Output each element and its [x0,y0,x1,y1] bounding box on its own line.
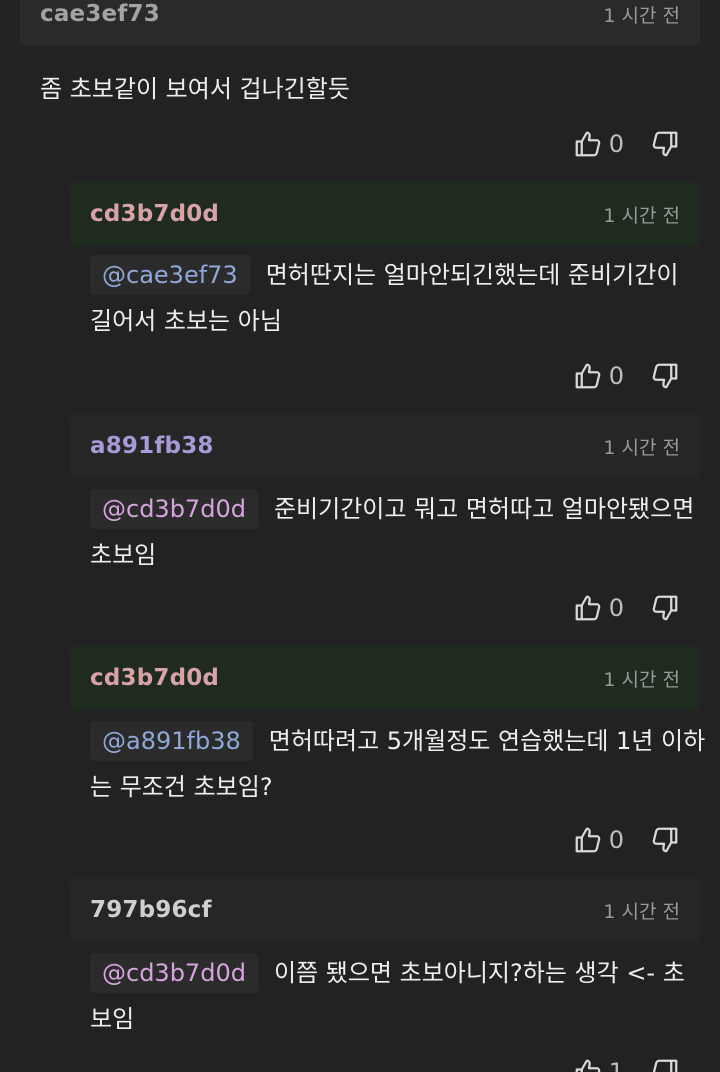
comment-time: 1 시간 전 [603,4,680,27]
comment-body: @a891fb38 면허따려고 5개월정도 연습했는데 1년 이하는 무조건 초보… [90,718,706,810]
like-button[interactable] [573,129,603,159]
like-button[interactable] [573,361,603,391]
comment-body: @cae3ef73 면허딴지는 얼마안되긴했는데 준비기간이 길어서 초보는 아님 [90,252,686,344]
comment-time: 1 시간 전 [603,204,680,227]
mention-tag[interactable]: @a891fb38 [90,721,253,761]
mention-tag[interactable]: @cd3b7d0d [90,489,258,529]
like-button[interactable] [573,825,603,855]
comment-author[interactable]: 797b96cf [90,897,212,923]
dislike-button[interactable] [650,825,680,855]
thumbs-down-icon [652,363,678,389]
vote-bar: 0 [573,358,680,394]
comment-header: 797b96cf 1 시간 전 [70,878,700,942]
comment-header: cae3ef73 1 시간 전 [20,0,700,46]
comment-header: cd3b7d0d 1 시간 전 [70,646,700,710]
comment-time: 1 시간 전 [603,900,680,923]
comment-author[interactable]: cd3b7d0d [90,201,219,227]
comment-time: 1 시간 전 [603,668,680,691]
like-count: 0 [608,594,624,622]
thumbs-up-icon [575,827,601,853]
thumbs-up-icon [575,363,601,389]
comment-author[interactable]: cd3b7d0d [90,665,219,691]
thumbs-up-icon [575,131,601,157]
vote-bar: 1 [573,1054,680,1072]
dislike-button[interactable] [650,593,680,623]
mention-tag[interactable]: @cae3ef73 [90,255,250,295]
comment-body: 좀 초보같이 보여서 겁나긴할듯 [40,66,680,112]
like-count: 0 [608,826,624,854]
like-count: 1 [608,1058,624,1072]
like-count: 0 [608,130,624,158]
like-button[interactable] [573,593,603,623]
comment-author[interactable]: cae3ef73 [40,1,160,27]
comment-time: 1 시간 전 [603,436,680,459]
vote-bar: 0 [573,126,680,162]
thumbs-up-icon [575,595,601,621]
dislike-button[interactable] [650,361,680,391]
dislike-button[interactable] [650,129,680,159]
thumbs-up-icon [575,1059,601,1072]
comment-header: cd3b7d0d 1 시간 전 [70,182,700,246]
comment-header: a891fb38 1 시간 전 [70,414,700,478]
dislike-button[interactable] [650,1057,680,1072]
like-count: 0 [608,362,624,390]
thumbs-down-icon [652,1059,678,1072]
comment-author[interactable]: a891fb38 [90,433,214,459]
vote-bar: 0 [573,822,680,858]
comment-body: @cd3b7d0d 준비기간이고 뭐고 면허따고 얼마안됐으면 초보임 [90,486,706,578]
thumbs-down-icon [652,595,678,621]
mention-tag[interactable]: @cd3b7d0d [90,953,258,993]
comment-text: 좀 초보같이 보여서 겁나긴할듯 [40,75,350,103]
like-button[interactable] [573,1057,603,1072]
vote-bar: 0 [573,590,680,626]
thumbs-down-icon [652,131,678,157]
thumbs-down-icon [652,827,678,853]
comment-body: @cd3b7d0d 이쯤 됐으면 초보아니지?하는 생각 <- 초보임 [90,950,700,1042]
